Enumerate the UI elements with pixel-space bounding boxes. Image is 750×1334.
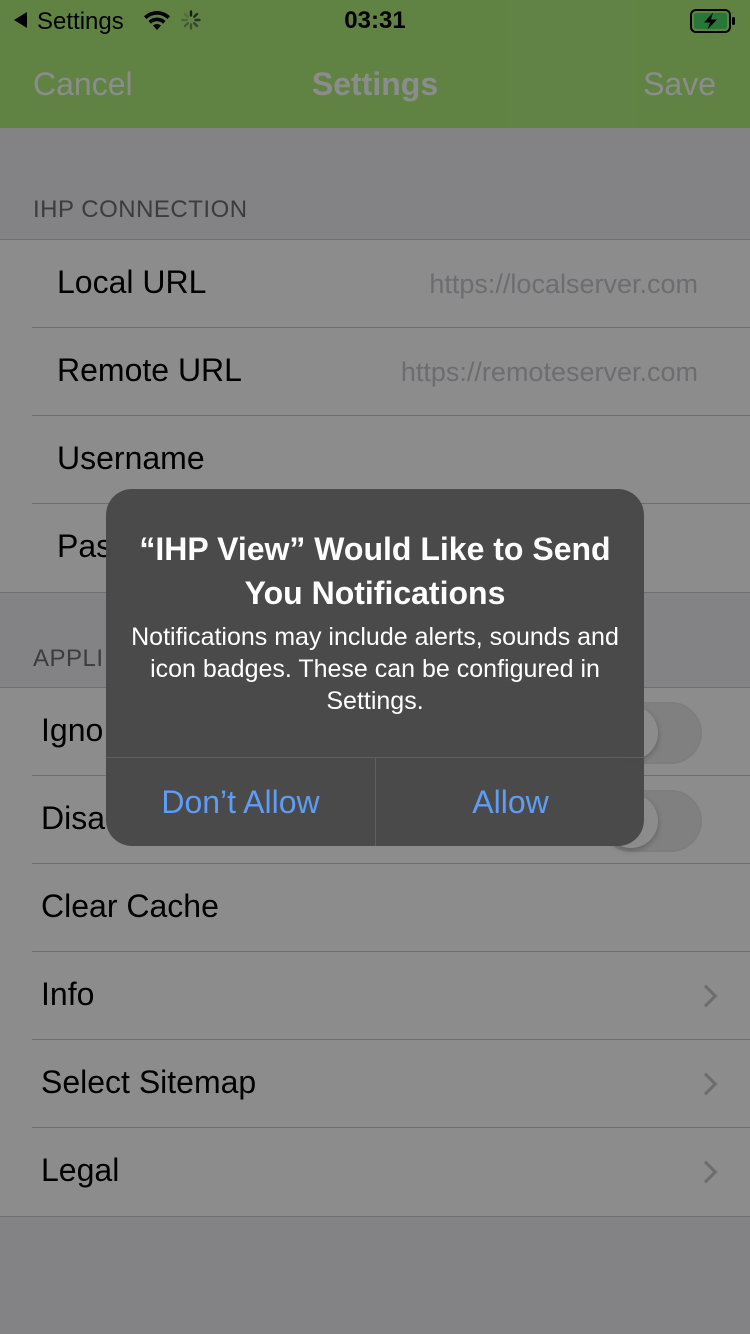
alert-message: Notifications may include alerts, sounds… (131, 623, 619, 715)
notification-permission-alert: “IHP View” Would Like to Send You Notifi… (106, 489, 644, 846)
allow-button[interactable]: Allow (376, 758, 644, 846)
settings-screen: Settings 03:31 Cancel Settings Save IHP … (0, 0, 750, 1334)
dont-allow-button[interactable]: Don’t Allow (106, 758, 375, 846)
alert-title: “IHP View” Would Like to Send You Notifi… (139, 531, 611, 611)
